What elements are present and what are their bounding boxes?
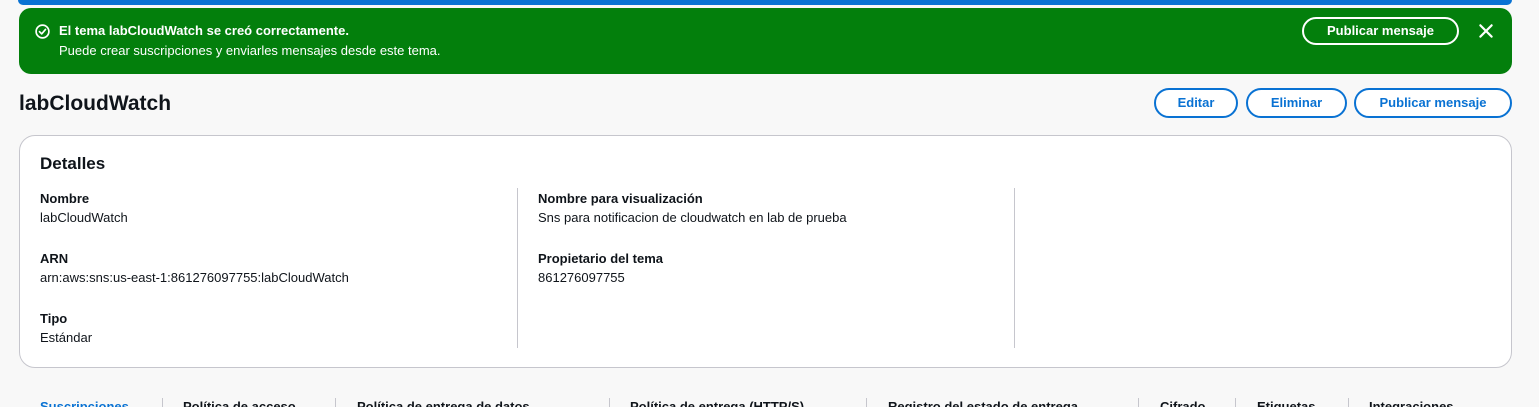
topic-owner-value: 861276097755 [538, 270, 625, 285]
close-icon[interactable] [1477, 22, 1495, 40]
tab-encryption[interactable]: Cifrado [1160, 399, 1206, 407]
details-title: Detalles [40, 154, 106, 173]
page-title: labCloudWatch [19, 92, 172, 115]
column-divider [1014, 188, 1015, 348]
tab-separator [162, 398, 163, 407]
tab-separator [1235, 398, 1236, 407]
tab-tags[interactable]: Etiquetas [1257, 399, 1316, 407]
type-value: Estándar [40, 330, 93, 345]
check-circle-icon [35, 24, 50, 39]
display-name-label: Nombre para visualización [538, 191, 703, 206]
name-value: labCloudWatch [40, 210, 128, 225]
success-flash-banner: El tema labCloudWatch se creó correctame… [19, 8, 1512, 74]
tab-data-protection-policy[interactable]: Política de entrega de datos [357, 399, 530, 407]
name-label: Nombre [40, 191, 90, 206]
details-panel: Detalles Nombre labCloudWatch ARN arn:aw… [19, 135, 1512, 368]
tab-separator [1348, 398, 1349, 407]
tab-delivery-policy[interactable]: Política de entrega (HTTP/S) [630, 399, 804, 407]
flash-title: El tema labCloudWatch se creó correctame… [59, 23, 349, 38]
delete-button[interactable]: Eliminar [1246, 88, 1347, 118]
tab-separator [866, 398, 867, 407]
display-name-value: Sns para notificacion de cloudwatch en l… [538, 210, 847, 225]
tab-access-policy[interactable]: Política de acceso [183, 399, 296, 407]
top-accent-bar [18, 0, 1512, 5]
column-divider [517, 188, 518, 348]
tab-separator [1138, 398, 1139, 407]
tab-subscriptions[interactable]: Suscripciones [40, 399, 129, 407]
topic-owner-label: Propietario del tema [538, 251, 663, 266]
topic-tabs: Suscripciones Política de acceso Polític… [19, 393, 1512, 407]
type-label: Tipo [40, 311, 68, 326]
publish-message-button[interactable]: Publicar mensaje [1354, 88, 1512, 118]
tab-separator [609, 398, 610, 407]
flash-message: Puede crear suscripciones y enviarles me… [59, 43, 441, 58]
tab-delivery-status-logging[interactable]: Registro del estado de entrega [888, 399, 1078, 407]
tab-integrations[interactable]: Integraciones [1369, 399, 1454, 407]
edit-button[interactable]: Editar [1154, 88, 1238, 118]
arn-value: arn:aws:sns:us-east-1:861276097755:labCl… [40, 270, 349, 285]
arn-label: ARN [40, 251, 69, 266]
tab-separator [335, 398, 336, 407]
flash-publish-message-button[interactable]: Publicar mensaje [1302, 17, 1459, 45]
